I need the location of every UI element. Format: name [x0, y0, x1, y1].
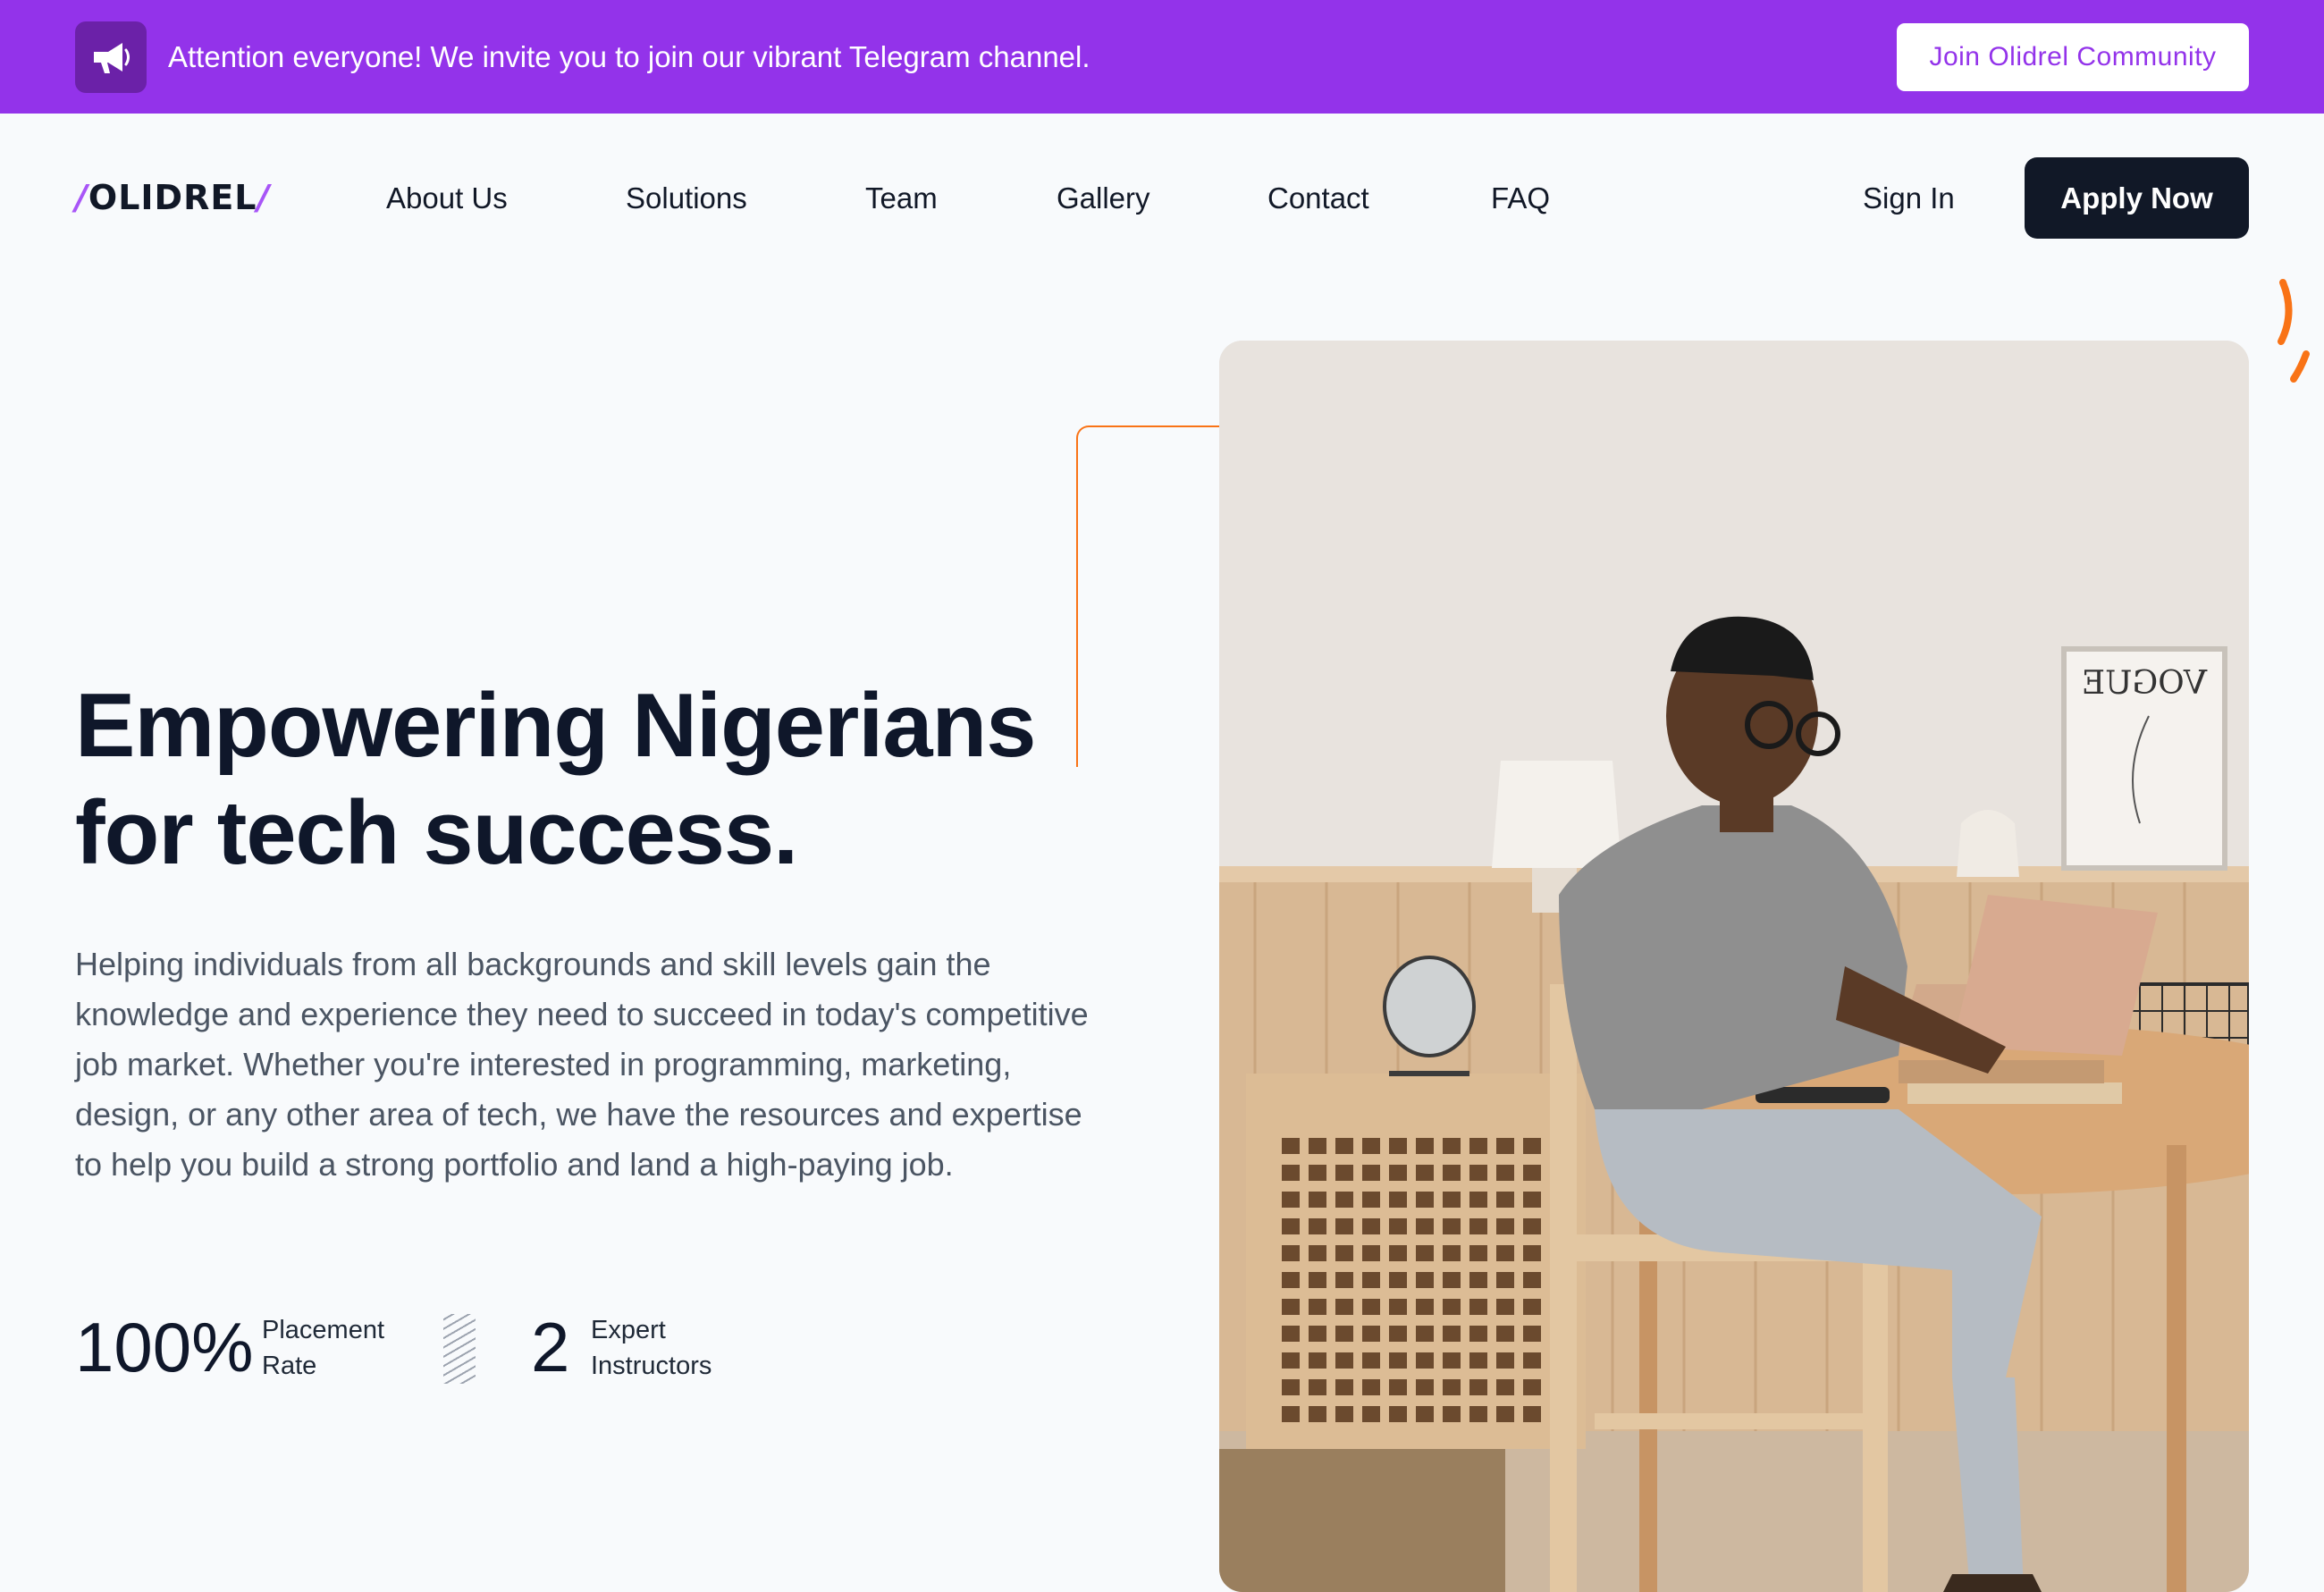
nav-faq[interactable]: FAQ [1491, 175, 1550, 222]
stats-divider [443, 1314, 476, 1384]
apply-now-button[interactable]: Apply Now [2025, 157, 2249, 239]
stat-instructors-label: Expert Instructors [591, 1312, 712, 1384]
stat-placement-label-line1: Placement [262, 1316, 385, 1344]
nav-contact[interactable]: Contact [1267, 175, 1369, 222]
logo-slash-left: / [75, 178, 88, 217]
logo-slash-right: / [257, 178, 271, 217]
hero-description: Helping individuals from all backgrounds… [75, 946, 1089, 1183]
join-community-button[interactable]: Join Olidrel Community [1897, 23, 2249, 91]
stat-placement-value: 100% [75, 1308, 254, 1386]
olidrel-logo[interactable]: /OLIDREL/ [75, 175, 270, 220]
stat-placement-label-line2: Rate [262, 1352, 317, 1380]
nav-gallery[interactable]: Gallery [1057, 175, 1150, 222]
hero-headline-line2: for tech success. [75, 783, 798, 883]
stat-instructors-label-line2: Instructors [591, 1352, 712, 1380]
megaphone-icon [75, 21, 147, 93]
announcement-bar: Attention everyone! We invite you to joi… [0, 0, 2324, 114]
stat-instructors-label-line1: Expert [591, 1316, 666, 1344]
hero-photo: VOGUE [1219, 341, 2249, 1592]
announcement-text: Attention everyone! We invite you to joi… [168, 40, 1090, 73]
hero-headline: Empowering Nigerians for tech success. [75, 672, 1148, 887]
nav-about-us[interactable]: About Us [386, 175, 508, 222]
logo-wordmark: OLIDREL [88, 178, 257, 217]
nav-team[interactable]: Team [865, 175, 938, 222]
stat-instructors-value: 2 [531, 1308, 570, 1386]
nav-solutions[interactable]: Solutions [626, 175, 747, 222]
sign-in-link[interactable]: Sign In [1863, 175, 1955, 222]
stat-placement-label: Placement Rate [262, 1312, 384, 1384]
decorative-swoosh [2278, 279, 2310, 383]
hero-headline-line1: Empowering Nigerians [75, 676, 1036, 776]
vogue-frame-text: VOGUE [2082, 665, 2208, 702]
